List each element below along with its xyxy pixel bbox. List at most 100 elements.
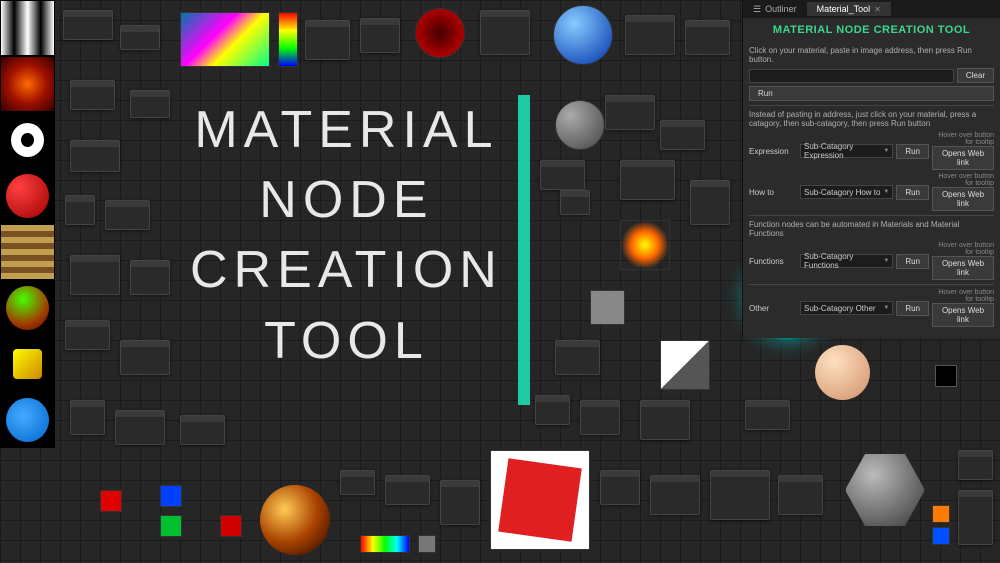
graph-node[interactable] <box>70 255 120 295</box>
panel-tabs: ☰ Outliner Material_Tool ✕ <box>743 0 1000 18</box>
select-sub-expression[interactable]: Sub-Catagory Expression ▼ <box>800 144 893 158</box>
panel-instruction-2: Instead of pasting in address, just clic… <box>749 110 994 128</box>
chevron-down-icon: ▼ <box>883 189 889 195</box>
label-expression: Expression <box>749 147 797 156</box>
graph-node[interactable] <box>70 80 115 110</box>
preview-red-cube <box>490 450 590 550</box>
clear-button[interactable]: Clear <box>957 68 994 83</box>
opens-web-link-button[interactable]: Opens Web link <box>932 187 994 211</box>
graph-node[interactable] <box>620 160 675 200</box>
close-icon[interactable]: ✕ <box>874 5 881 14</box>
swatch-green <box>160 515 182 537</box>
swatch-orange <box>932 505 950 523</box>
graph-node[interactable] <box>70 140 120 172</box>
graph-node[interactable] <box>605 95 655 130</box>
graph-node[interactable] <box>685 20 730 55</box>
graph-node[interactable] <box>65 320 110 350</box>
graph-node[interactable] <box>180 415 225 445</box>
select-sub-other-value: Sub-Catagory Other <box>804 304 876 313</box>
label-howto: How to <box>749 188 797 197</box>
hamburger-icon: ☰ <box>753 4 761 15</box>
graph-node[interactable] <box>360 18 400 53</box>
graph-node[interactable] <box>650 475 700 515</box>
run-howto-button[interactable]: Run <box>896 185 929 200</box>
graph-node[interactable] <box>555 340 600 375</box>
thumb-yellow[interactable] <box>0 336 55 392</box>
graph-node[interactable] <box>115 410 165 445</box>
tool-panel: ☰ Outliner Material_Tool ✕ MATERIAL NODE… <box>742 0 1000 338</box>
material-thumbnail-column <box>0 0 55 563</box>
run-other-button[interactable]: Run <box>896 301 929 316</box>
panel-title: MATERIAL NODE CREATION TOOL <box>743 18 1000 42</box>
select-sub-other[interactable]: Sub-Catagory Other ▼ <box>800 301 893 315</box>
thumb-fire[interactable] <box>0 56 55 112</box>
graph-node[interactable] <box>660 120 705 150</box>
swatch-red2 <box>220 515 242 537</box>
accent-bar <box>518 95 530 405</box>
opens-web-link-button[interactable]: Opens Web link <box>932 303 994 327</box>
graph-node[interactable] <box>710 470 770 520</box>
select-sub-functions[interactable]: Sub-Catagory Functions ▼ <box>800 254 893 268</box>
swatch-box <box>935 365 957 387</box>
preview-peach-sphere <box>815 345 870 400</box>
graph-node[interactable] <box>778 475 823 515</box>
graph-node[interactable] <box>120 25 160 50</box>
title-line1: MATERIAL <box>190 95 503 165</box>
swatch-noise <box>418 535 436 553</box>
preview-red-disc <box>415 8 465 58</box>
graph-node[interactable] <box>63 10 113 40</box>
graph-node[interactable] <box>560 190 590 215</box>
run-expression-button[interactable]: Run <box>896 144 929 159</box>
graph-node[interactable] <box>70 400 105 435</box>
hero-title: MATERIAL NODE CREATION TOOL <box>190 95 503 376</box>
graph-node[interactable] <box>958 450 993 480</box>
graph-node[interactable] <box>690 180 730 225</box>
graph-node[interactable] <box>580 400 620 435</box>
thumb-green-sphere[interactable] <box>0 280 55 336</box>
graph-node[interactable] <box>105 200 150 230</box>
graph-node[interactable] <box>958 490 993 545</box>
swatch-blue <box>160 485 182 507</box>
tab-material-label: Material_Tool <box>817 4 871 14</box>
label-functions: Functions <box>749 257 797 266</box>
run-functions-button[interactable]: Run <box>896 254 929 269</box>
swatch-blue2 <box>932 527 950 545</box>
graph-node[interactable] <box>385 475 430 505</box>
thumb-stripes[interactable] <box>0 224 55 280</box>
preview-cube <box>660 340 710 390</box>
panel-instruction-3: Function nodes can be automated in Mater… <box>749 220 994 238</box>
thumb-ring[interactable] <box>0 112 55 168</box>
select-sub-howto[interactable]: Sub-Catagory How to ▼ <box>800 185 893 199</box>
tab-outliner[interactable]: ☰ Outliner <box>743 2 807 17</box>
swatch-red <box>100 490 122 512</box>
graph-node[interactable] <box>65 195 95 225</box>
graph-node[interactable] <box>625 15 675 55</box>
hover-hint: Hover over button for tooltip <box>932 242 994 256</box>
graph-node[interactable] <box>120 340 170 375</box>
opens-web-link-button[interactable]: Opens Web link <box>932 256 994 280</box>
address-input[interactable] <box>749 69 954 83</box>
graph-node[interactable] <box>480 10 530 55</box>
hover-hint: Hover over button for tooltip <box>932 173 994 187</box>
graph-node[interactable] <box>130 90 170 118</box>
graph-node[interactable] <box>640 400 690 440</box>
graph-node[interactable] <box>535 395 570 425</box>
graph-node[interactable] <box>540 160 585 190</box>
thumb-gradient[interactable] <box>0 0 55 56</box>
graph-node[interactable] <box>745 400 790 430</box>
graph-node[interactable] <box>305 20 350 60</box>
graph-node[interactable] <box>440 480 480 525</box>
graph-node[interactable] <box>130 260 170 295</box>
select-sub-howto-value: Sub-Catagory How to <box>804 188 880 197</box>
thumb-red-sphere[interactable] <box>0 168 55 224</box>
run-button-main[interactable]: Run <box>749 86 994 101</box>
preview-splash <box>180 12 270 67</box>
chevron-down-icon: ▼ <box>883 258 889 264</box>
graph-node[interactable] <box>340 470 375 495</box>
opens-web-link-button[interactable]: Opens Web link <box>932 146 994 170</box>
tab-material-tool[interactable]: Material_Tool ✕ <box>807 2 891 16</box>
preview-gradient-strip <box>278 12 298 67</box>
thumb-blue-circle[interactable] <box>0 392 55 448</box>
graph-node[interactable] <box>600 470 640 505</box>
title-line3: CREATION <box>190 235 503 305</box>
